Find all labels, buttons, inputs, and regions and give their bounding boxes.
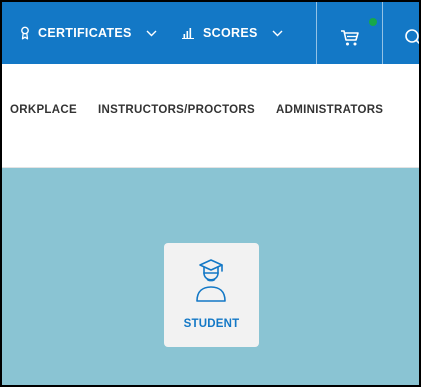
student-graduate-icon <box>191 255 231 316</box>
browser-viewport: CERTIFICATES SCORES ORKPLACE INSTRUCTORS… <box>0 0 421 387</box>
secondary-navigation: ORKPLACE INSTRUCTORS/PROCTORS ADMINISTRA… <box>2 64 419 168</box>
search-icon <box>404 29 419 50</box>
cart-button[interactable] <box>340 29 360 52</box>
certificates-label: CERTIFICATES <box>38 26 132 40</box>
search-button[interactable] <box>404 28 419 51</box>
cart-notification-badge <box>369 18 377 26</box>
subnav-item-workplace[interactable]: ORKPLACE <box>10 104 77 116</box>
bar-chart-icon <box>182 27 195 39</box>
student-card-button[interactable]: STUDENT <box>164 243 259 347</box>
hero-section: STUDENT <box>2 168 419 385</box>
subnav-item-administrators[interactable]: ADMINISTRATORS <box>276 104 383 116</box>
subnav-item-instructors-proctors[interactable]: INSTRUCTORS/PROCTORS <box>98 104 255 116</box>
nav-divider <box>316 2 317 64</box>
cart-icon <box>340 30 360 51</box>
nav-divider <box>382 2 383 64</box>
certificate-icon <box>20 26 30 40</box>
scores-label: SCORES <box>203 26 258 40</box>
top-navigation-bar: CERTIFICATES SCORES <box>2 2 419 64</box>
chevron-down-icon <box>146 30 157 37</box>
certificates-menu[interactable]: CERTIFICATES <box>20 2 157 64</box>
student-label: STUDENT <box>183 318 240 330</box>
scores-menu[interactable]: SCORES <box>182 2 283 64</box>
chevron-down-icon <box>272 30 283 37</box>
